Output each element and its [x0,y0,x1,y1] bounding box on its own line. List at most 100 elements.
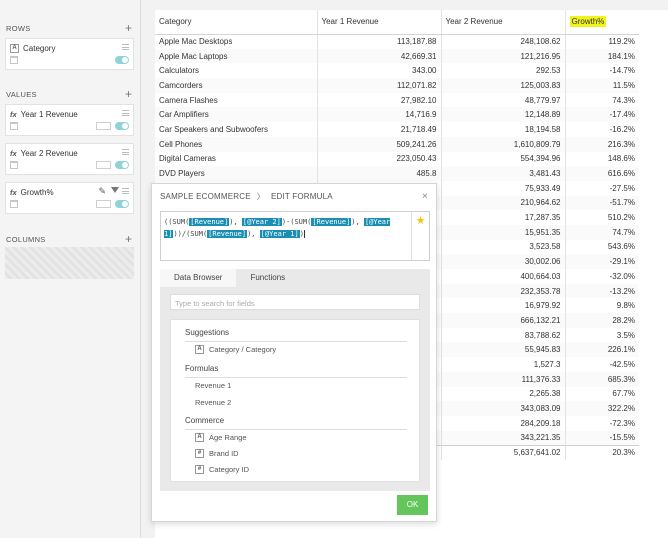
calendar-icon[interactable] [10,200,18,208]
menu-icon[interactable] [122,149,129,155]
format-box[interactable] [96,200,111,208]
field-search-input[interactable]: Type to search for fields [170,294,420,310]
cell-year1: 21,718.49 [316,122,441,137]
col-header-category[interactable]: Category [155,10,317,35]
calendar-icon[interactable] [10,122,18,130]
table-row: Car Speakers and Subwoofers 21,718.49 18,1… [155,122,639,137]
columns-section-header: COLUMNS + [6,233,132,245]
cell-year2: 400,664.03 [440,269,565,284]
table-row: Apple Mac Desktops 113,187.88 248,108.62 11… [155,34,639,49]
table-row: Car Amplifiers 14,716.9 12,148.89 -17.4% [155,107,639,123]
menu-icon[interactable] [122,110,129,116]
format-box[interactable] [96,161,111,169]
list-item[interactable]: # Category ID [195,465,249,474]
list-item[interactable]: # Brand ID [195,449,239,458]
visibility-toggle[interactable] [115,161,129,169]
cell-year1: 343.00 [316,63,441,79]
value-field-year2[interactable]: fx Year 2 Revenue [5,143,134,175]
cell-year2: 210,964.62 [440,195,565,211]
field-label: Year 2 Revenue [20,149,78,158]
formula-icon: fx [10,149,17,158]
value-field-year1[interactable]: fx Year 1 Revenue [5,104,134,136]
item-label: Age Range [209,433,247,442]
pencil-icon[interactable]: ✎ [98,186,106,197]
row-field-category[interactable]: A Category [5,38,134,70]
cell-year2: 75,933.49 [440,180,565,196]
cell-growth: 184.1% [564,48,639,64]
list-item[interactable]: Revenue 2 [195,398,231,407]
cell-year2: 30,002.06 [440,254,565,269]
columns-drop-zone[interactable] [5,247,134,279]
cell-year2: 12,148.89 [440,107,565,123]
list-item[interactable]: Revenue 1 [195,381,231,390]
cell-growth: 28.2% [564,313,639,328]
col-header-year1[interactable]: Year 1 Revenue [316,10,441,35]
cell-growth: -16.2% [564,122,639,137]
cell-year2: 15,951.35 [440,224,565,240]
table-row: Camcorders 112,071.82 125,003.83 11.5% [155,78,639,93]
value-field-growth[interactable]: fx Growth% ✎ [5,182,134,214]
text-caret [303,230,305,238]
calendar-icon[interactable] [10,56,18,64]
values-title: VALUES [6,89,37,99]
visibility-toggle[interactable] [115,56,129,64]
cell-growth: 11.5% [564,78,639,93]
cell-growth: 119.2% [564,34,639,49]
formula-field-token[interactable]: [Revenue] [207,230,248,238]
group-suggestions: Suggestions [185,328,230,337]
menu-icon[interactable] [122,44,129,50]
close-icon[interactable]: × [422,191,428,202]
cell-category: Apple Mac Desktops [155,34,317,49]
list-item[interactable]: A Category / Category [195,345,276,354]
cell-year1: 27,982.10 [316,92,441,108]
field-label: Year 1 Revenue [20,110,78,119]
formula-field-token[interactable]: [@Year 1] [259,230,300,238]
visibility-toggle[interactable] [115,200,129,208]
table-row: Cell Phones 509,241.26 1,610,809.79 216.3% [155,136,639,152]
cell-growth: 322.2% [564,401,639,416]
calendar-icon[interactable] [10,161,18,169]
formula-text[interactable]: ((SUM([Revenue]), [@Year 2])-(SUM([Reven… [164,216,404,240]
list-item[interactable]: A Age Range [195,433,247,442]
field-label: Growth% [20,188,54,197]
col-header-year2[interactable]: Year 2 Revenue [440,10,565,35]
cell-category: Camcorders [155,78,317,93]
cell-growth: 74.3% [564,92,639,108]
cell-year1: 113,187.88 [316,34,441,49]
visibility-toggle[interactable] [115,122,129,130]
format-box[interactable] [96,122,111,130]
breadcrumb-dataset[interactable]: SAMPLE ECOMMERCE [160,192,251,201]
cell-growth: 9.8% [564,298,639,314]
add-value-icon[interactable]: + [125,88,132,100]
menu-icon[interactable] [122,188,129,194]
tab-functions[interactable]: Functions [236,269,299,287]
cell-growth: -29.1% [564,254,639,269]
cell-year1: 112,071.82 [316,78,441,93]
ok-button[interactable]: OK [397,495,428,515]
add-column-icon[interactable]: + [125,233,132,245]
formula-field-token[interactable]: [@Year 2] [241,218,282,226]
field-list: Suggestions A Category / Category Formul… [170,319,420,482]
cell-growth: 226.1% [564,342,639,358]
table-row: Calculators 343.00 292.53 -14.7% [155,63,639,79]
filter-icon[interactable] [111,187,119,193]
formula-field-token[interactable]: [Revenue] [311,218,352,226]
formula-operator-text: ), [229,218,242,226]
cell-year2: 1,610,809.79 [440,136,565,152]
text-type-icon: A [195,433,204,442]
table-header-row: Category Year 1 Revenue Year 2 Revenue G… [155,10,639,35]
group-commerce: Commerce [185,416,225,425]
cell-year2: 292.53 [440,63,565,79]
star-icon[interactable]: ★ [411,212,429,260]
cell-category: Digital Cameras [155,151,317,167]
formula-field-token[interactable]: [Revenue] [189,218,230,226]
formula-operator-text: ), [351,218,364,226]
fields-panel: ROWS + A Category VALUES + fx Year 1 Reven… [0,0,141,538]
cell-growth: 74.7% [564,224,639,240]
rows-section-header: ROWS + [6,22,132,34]
formula-editor[interactable]: ((SUM([Revenue]), [@Year 2])-(SUM([Reven… [160,211,430,261]
add-row-icon[interactable]: + [125,22,132,34]
tab-data-browser[interactable]: Data Browser [160,269,237,287]
divider [185,429,407,430]
col-header-growth[interactable]: Growth% [564,10,639,35]
